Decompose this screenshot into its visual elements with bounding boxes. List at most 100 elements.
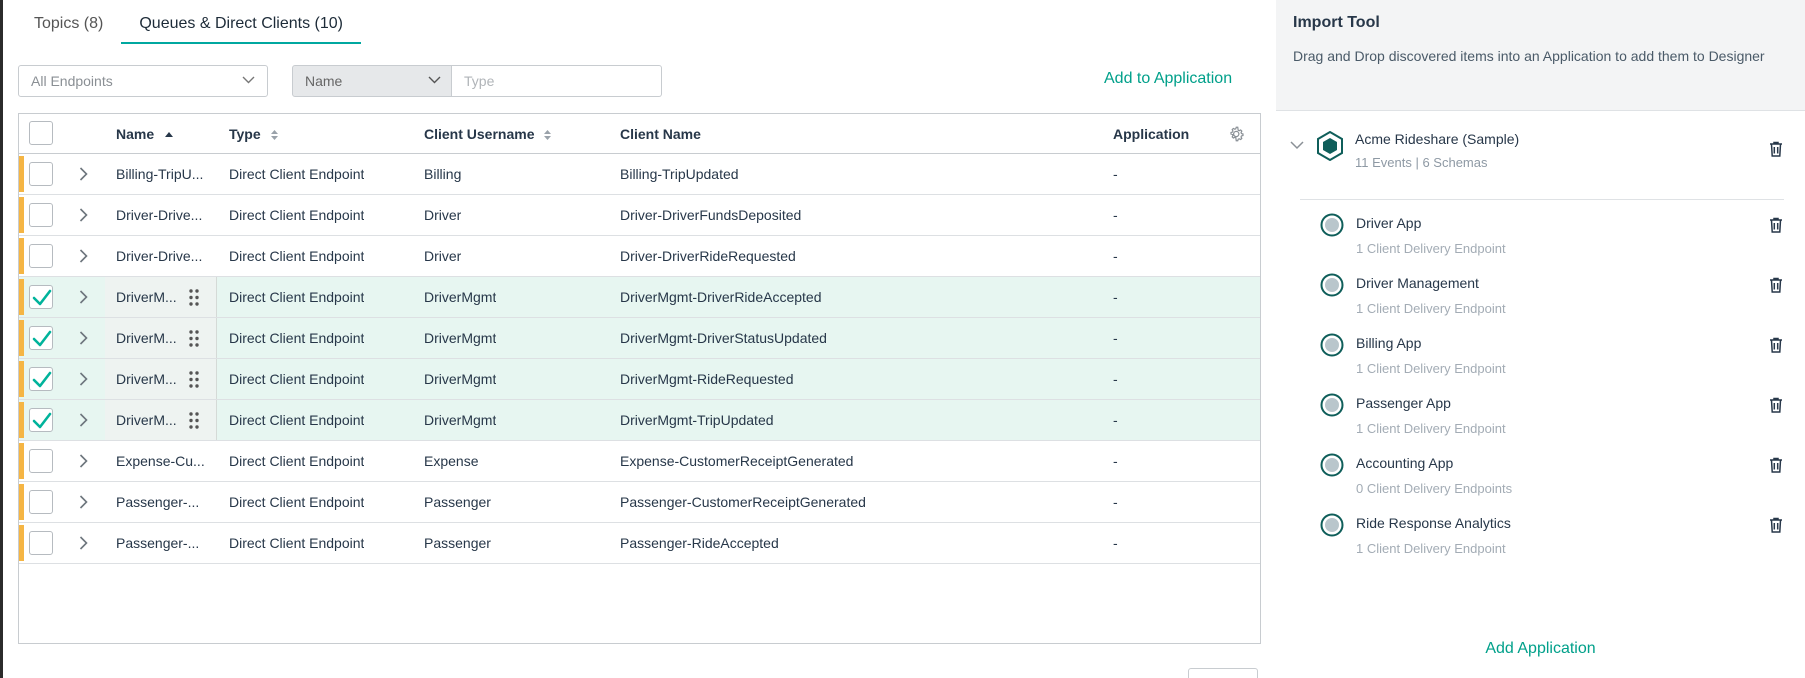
table-row[interactable]: Driver-Drive... Direct Client Endpoint Dri… — [19, 236, 1260, 277]
row-checkbox[interactable] — [29, 285, 53, 309]
cell-application: - — [1113, 248, 1118, 264]
table-row[interactable]: DriverM... Direct Client Endpoint DriverMg… — [19, 318, 1260, 359]
table-row[interactable]: DriverM... Direct Client Endpoint DriverMg… — [19, 359, 1260, 400]
application-item[interactable]: Billing App 1 Client Delivery Endpoint — [1276, 333, 1805, 393]
application-name: Driver App — [1356, 215, 1422, 231]
chevron-down-icon[interactable] — [1290, 141, 1304, 150]
table-row[interactable]: Billing-TripU... Direct Client Endpoint Bi… — [19, 154, 1260, 195]
search-field-value: Name — [305, 73, 343, 89]
chevron-right-icon[interactable] — [79, 454, 88, 468]
trash-icon[interactable] — [1769, 217, 1783, 233]
cell-client-name: Passenger-RideAccepted — [620, 535, 779, 551]
application-icon — [1320, 453, 1344, 477]
cell-name: Driver-Drive... — [116, 248, 203, 264]
search-field-select[interactable]: Name — [292, 65, 452, 97]
endpoint-filter-select[interactable]: All Endpoints — [18, 65, 268, 97]
cell-application: - — [1113, 289, 1118, 305]
table-row[interactable]: Passenger-... Direct Client Endpoint Passe… — [19, 482, 1260, 523]
table-row[interactable]: DriverM... Direct Client Endpoint DriverMg… — [19, 277, 1260, 318]
column-header-application[interactable]: Application — [1113, 114, 1189, 154]
cell-application: - — [1113, 207, 1118, 223]
add-to-application-link[interactable]: Add to Application — [1104, 70, 1232, 88]
drag-handle-icon[interactable] — [189, 371, 199, 388]
cell-client-name: Driver-DriverFundsDeposited — [620, 207, 802, 223]
cell-client-name: Driver-DriverRideRequested — [620, 248, 796, 264]
drag-handle-icon[interactable] — [189, 412, 199, 429]
application-item[interactable]: Driver App 1 Client Delivery Endpoint — [1276, 213, 1805, 273]
endpoints-table: Name Type Client Username Client Name Ap… — [18, 113, 1261, 644]
cell-name: Passenger-... — [116, 494, 200, 510]
chevron-right-icon[interactable] — [79, 536, 88, 550]
row-status-marker — [19, 484, 24, 520]
row-status-marker — [19, 361, 24, 397]
application-endpoint-count: 1 Client Delivery Endpoint — [1356, 421, 1506, 436]
chevron-right-icon[interactable] — [79, 495, 88, 509]
table-row[interactable]: Passenger-... Direct Client Endpoint Passe… — [19, 523, 1260, 564]
chevron-right-icon[interactable] — [79, 331, 88, 345]
column-header-client-name[interactable]: Client Name — [620, 114, 701, 154]
import-tool-title: Import Tool — [1293, 14, 1380, 31]
application-item[interactable]: Passenger App 1 Client Delivery Endpoint — [1276, 393, 1805, 453]
application-endpoint-count: 1 Client Delivery Endpoint — [1356, 361, 1506, 376]
row-checkbox[interactable] — [29, 244, 53, 268]
cell-application: - — [1113, 453, 1118, 469]
sort-icon — [270, 130, 278, 141]
application-item[interactable]: Accounting App 0 Client Delivery Endpoint… — [1276, 453, 1805, 513]
application-domain-name: Acme Rideshare (Sample) — [1355, 131, 1520, 147]
trash-icon[interactable] — [1769, 141, 1783, 157]
table-row[interactable]: Driver-Drive... Direct Client Endpoint Dri… — [19, 195, 1260, 236]
application-domain-meta: 11 Events | 6 Schemas — [1355, 155, 1488, 170]
row-checkbox[interactable] — [29, 203, 53, 227]
cell-name: Passenger-... — [116, 535, 200, 551]
trash-icon[interactable] — [1769, 397, 1783, 413]
trash-icon[interactable] — [1769, 337, 1783, 353]
row-checkbox[interactable] — [29, 531, 53, 555]
search-input[interactable] — [452, 65, 662, 97]
trash-icon[interactable] — [1769, 457, 1783, 473]
chevron-right-icon[interactable] — [79, 413, 88, 427]
sort-icon — [544, 130, 552, 141]
column-header-client-username[interactable]: Client Username — [424, 114, 552, 154]
sort-ascending-icon — [165, 132, 174, 138]
table-row[interactable]: Expense-Cu... Direct Client Endpoint Expen… — [19, 441, 1260, 482]
column-header-type[interactable]: Type — [229, 114, 279, 154]
cell-type: Direct Client Endpoint — [229, 412, 365, 428]
row-checkbox[interactable] — [29, 449, 53, 473]
chevron-right-icon[interactable] — [79, 208, 88, 222]
table-row[interactable]: DriverM... Direct Client Endpoint DriverMg… — [19, 400, 1260, 441]
drag-handle-icon[interactable] — [189, 289, 199, 306]
trash-icon[interactable] — [1769, 517, 1783, 533]
chevron-down-icon — [428, 76, 441, 84]
chevron-right-icon[interactable] — [79, 290, 88, 304]
tab-queues-direct-clients[interactable]: Queues & Direct Clients (10) — [121, 0, 361, 44]
select-all-checkbox[interactable] — [29, 121, 53, 145]
chevron-right-icon[interactable] — [79, 167, 88, 181]
pagination-control[interactable] — [1188, 668, 1258, 678]
cell-name: DriverM... — [116, 330, 177, 346]
row-checkbox[interactable] — [29, 408, 53, 432]
cell-client-username: Expense — [424, 453, 479, 469]
row-checkbox[interactable] — [29, 367, 53, 391]
chevron-right-icon[interactable] — [79, 249, 88, 263]
row-checkbox[interactable] — [29, 326, 53, 350]
application-item[interactable]: Ride Response Analytics 1 Client Delivery… — [1276, 513, 1805, 573]
cell-client-username: Driver — [424, 248, 462, 264]
application-item[interactable]: Driver Management 1 Client Delivery Endpo… — [1276, 273, 1805, 333]
row-checkbox[interactable] — [29, 490, 53, 514]
drag-handle-icon[interactable] — [189, 330, 199, 347]
gear-icon[interactable] — [1228, 125, 1246, 143]
checkmark-icon — [32, 330, 52, 347]
row-checkbox[interactable] — [29, 162, 53, 186]
application-icon — [1320, 393, 1344, 417]
cell-client-name: DriverMgmt-TripUpdated — [620, 412, 774, 428]
chevron-right-icon[interactable] — [79, 372, 88, 386]
cell-application: - — [1113, 166, 1118, 182]
add-application-link[interactable]: Add Application — [1276, 640, 1805, 658]
column-header-name[interactable]: Name — [116, 114, 174, 154]
cell-client-username: DriverMgmt — [424, 371, 497, 387]
tab-topics[interactable]: Topics (8) — [16, 0, 121, 44]
application-name: Accounting App — [1356, 455, 1454, 471]
cell-type: Direct Client Endpoint — [229, 248, 365, 264]
cell-client-username: DriverMgmt — [424, 330, 497, 346]
trash-icon[interactable] — [1769, 277, 1783, 293]
